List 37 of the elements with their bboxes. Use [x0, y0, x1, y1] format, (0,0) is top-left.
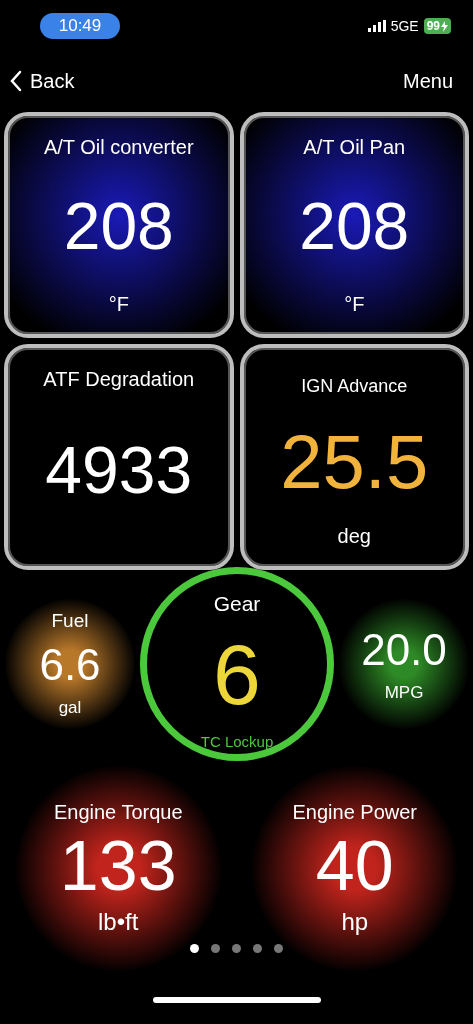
gauge-title: Engine Torque [53, 801, 183, 824]
page-dot[interactable] [274, 944, 283, 953]
gauge-value: 4933 [45, 431, 193, 508]
network-type: 5GE [390, 18, 419, 34]
gauge-unit: MPG [384, 683, 424, 703]
signal-icon [367, 20, 386, 32]
gauge-title: Engine Power [292, 801, 417, 824]
gauge-unit: °F [108, 293, 129, 316]
gauge-value: 6 [213, 625, 261, 724]
gauge-unit: gal [58, 698, 82, 718]
gauge-title: A/T Oil Pan [303, 136, 406, 159]
chevron-left-icon [10, 70, 22, 92]
page-dot[interactable] [190, 944, 199, 953]
gauge-unit: hp [341, 908, 369, 936]
gauge-title: Fuel [51, 610, 89, 632]
gauge-value: 25.5 [280, 417, 429, 505]
gauge-unit: deg [337, 525, 371, 548]
clock-time: 10:49 [40, 13, 120, 39]
gauge-title: Gear [213, 592, 261, 616]
page-dot[interactable] [253, 944, 262, 953]
gauge-title: A/T Oil converter [43, 136, 194, 159]
page-dot[interactable] [232, 944, 241, 953]
gauge-status: TC Lockup [200, 733, 274, 750]
gauge-value: 133 [59, 826, 177, 906]
gauge-unit: lb•ft [98, 908, 139, 936]
battery-indicator: 99 [423, 18, 451, 34]
menu-button[interactable]: Menu [402, 69, 453, 93]
gauge-value: 208 [63, 188, 174, 264]
gauge-title: IGN Advance [301, 376, 408, 397]
gauge-unit: °F [344, 293, 365, 316]
gauge-value: 6.6 [39, 640, 101, 690]
page-dot[interactable] [211, 944, 220, 953]
gauge-value: 20.0 [361, 625, 447, 675]
gauge-title: ATF Degradation [43, 368, 195, 391]
back-button[interactable]: Back [10, 69, 75, 93]
gauge-value: 40 [315, 826, 394, 906]
gauge-value: 208 [299, 188, 410, 264]
